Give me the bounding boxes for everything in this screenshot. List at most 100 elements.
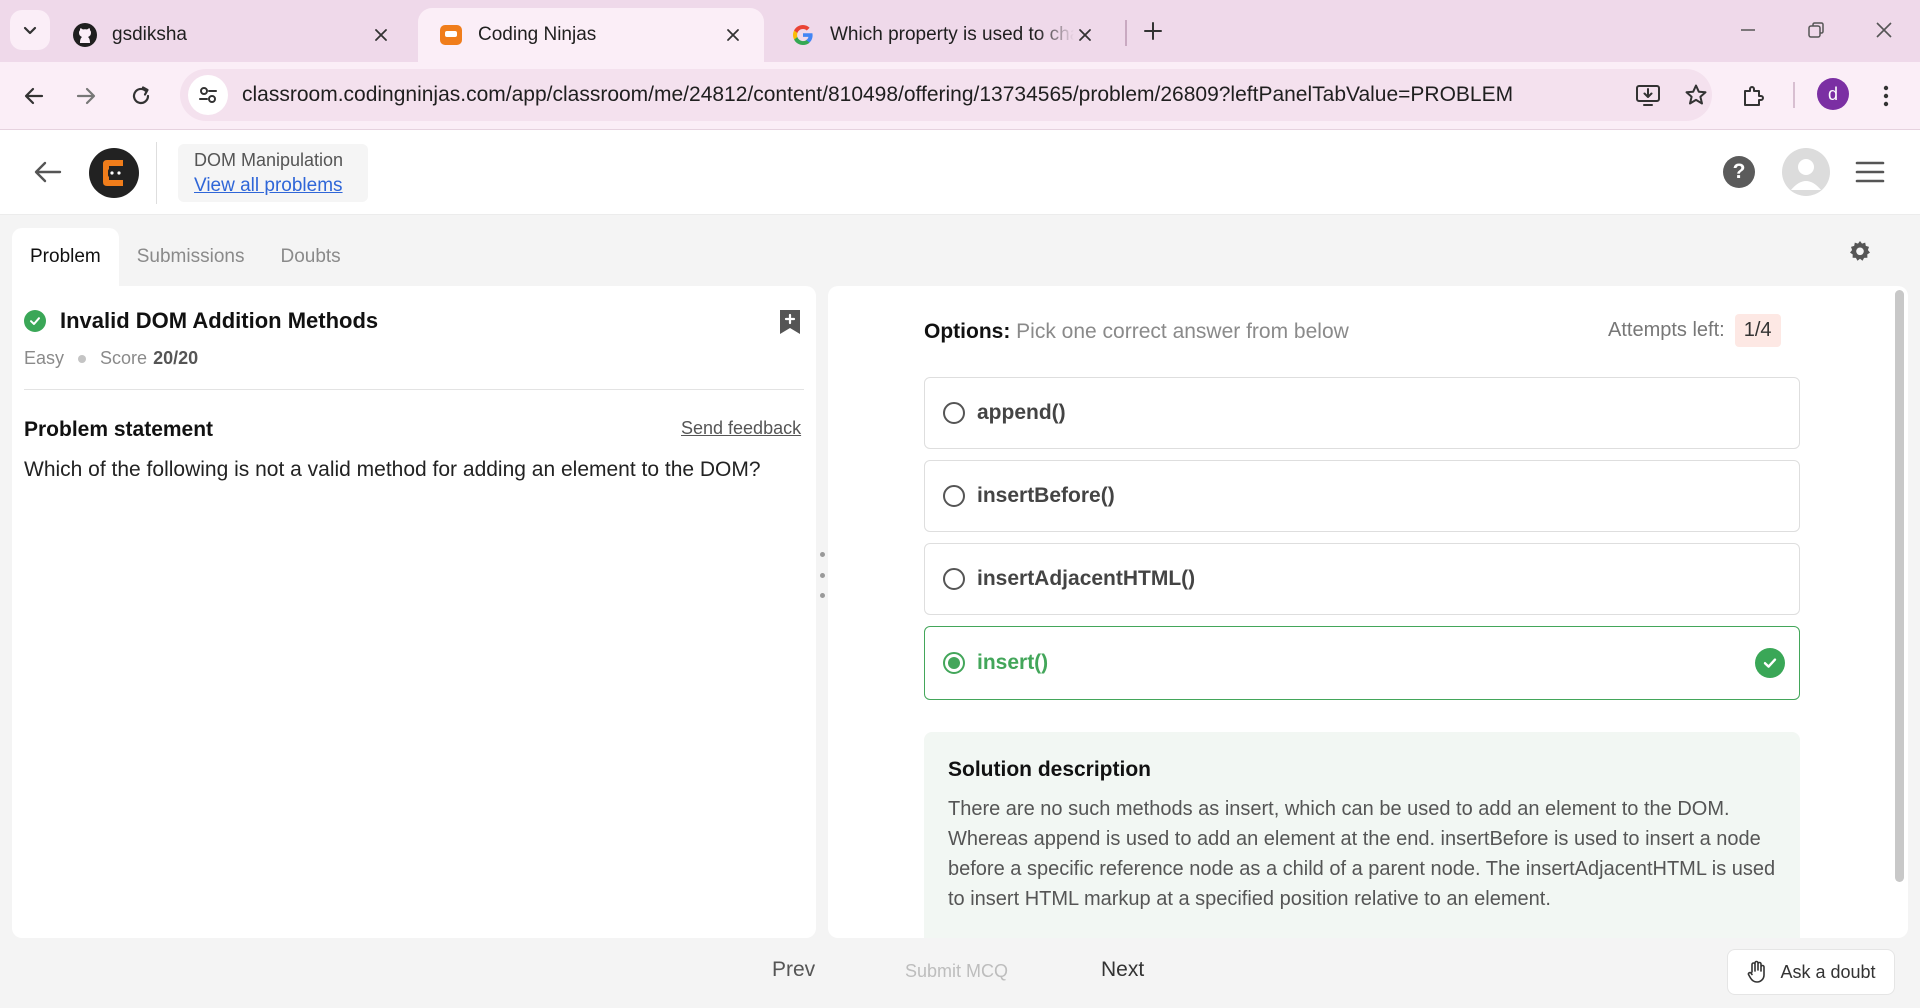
install-app-button[interactable] (1628, 75, 1668, 115)
bookmark-star-button[interactable] (1676, 75, 1716, 115)
tab-title: Coding Ninjas (478, 24, 597, 45)
tab-title: Which property is used to chan (830, 24, 1074, 45)
tab-search-button[interactable] (10, 10, 50, 50)
restore-button[interactable] (1796, 10, 1836, 50)
radio-button[interactable] (943, 568, 965, 590)
settings-button[interactable] (1845, 236, 1875, 266)
option-label: append() (977, 401, 1066, 424)
coding-ninjas-logo[interactable] (89, 148, 139, 198)
options-label: Options: (924, 320, 1011, 343)
breadcrumb: DOM Manipulation View all problems (178, 144, 368, 202)
google-icon (790, 22, 816, 48)
correct-check-icon (1755, 648, 1785, 678)
back-to-course-button[interactable] (28, 152, 68, 192)
ask-doubt-button[interactable]: Ask a doubt (1727, 949, 1895, 995)
attempts-label: Attempts left: (1608, 319, 1725, 341)
option-label: insert() (977, 651, 1049, 674)
radio-dot (948, 657, 960, 669)
app-header: DOM Manipulation View all problems ? (0, 130, 1920, 215)
restore-icon (1808, 22, 1824, 38)
url-text[interactable]: classroom.codingninjas.com/app/classroom… (242, 83, 1513, 107)
header-divider (156, 142, 157, 204)
problem-meta: Easy Score 20/20 (24, 348, 198, 369)
score-value: 20/20 (153, 348, 199, 368)
browser-tab-google[interactable]: Which property is used to chan (770, 8, 1116, 62)
option-append[interactable]: append() (924, 377, 1800, 449)
problem-heading: Invalid DOM Addition Methods (24, 308, 378, 334)
solution-description: Solution description There are no such m… (924, 732, 1800, 938)
difficulty-label: Easy (24, 348, 65, 368)
attempts-badge: 1/4 (1734, 314, 1781, 347)
toolbar-separator (1793, 82, 1795, 108)
panel-scrollbar[interactable] (1895, 290, 1904, 882)
ninja-logo-icon (103, 160, 123, 186)
close-icon[interactable] (722, 24, 744, 46)
next-button[interactable]: Next (1101, 958, 1144, 982)
close-icon[interactable] (370, 24, 392, 46)
browser-tab-github[interactable]: gsdiksha (52, 8, 412, 62)
problem-tabs: Problem Submissions Doubts (12, 228, 359, 286)
plus-icon (1144, 22, 1162, 40)
site-info-button[interactable] (188, 75, 228, 115)
option-insert-before[interactable]: insertBefore() (924, 460, 1800, 532)
coding-ninjas-icon (438, 22, 464, 48)
arrow-left-icon (34, 161, 62, 183)
radio-button-selected[interactable] (943, 652, 965, 674)
radio-button[interactable] (943, 402, 965, 424)
menu-icon (1855, 161, 1885, 183)
option-insert-adjacent-html[interactable]: insertAdjacentHTML() (924, 543, 1800, 615)
question-text: Which of the following is not a valid me… (24, 458, 761, 481)
close-icon (1876, 22, 1892, 38)
arrow-right-icon (76, 87, 96, 105)
option-label: insertAdjacentHTML() (977, 567, 1196, 590)
tab-title: gsdiksha (112, 24, 187, 45)
profile-avatar[interactable]: d (1817, 78, 1849, 110)
divider (24, 389, 804, 390)
meta-separator (78, 354, 87, 363)
minimize-button[interactable] (1728, 10, 1768, 50)
hamburger-menu-button[interactable] (1852, 154, 1888, 190)
extensions-button[interactable] (1733, 76, 1773, 116)
send-feedback-link[interactable]: Send feedback (681, 418, 801, 439)
tab-submissions[interactable]: Submissions (119, 228, 263, 286)
reload-button[interactable] (121, 76, 161, 116)
puzzle-icon (1744, 86, 1764, 106)
tab-separator (1125, 20, 1127, 46)
problem-statement-label: Problem statement (24, 418, 214, 441)
prev-button[interactable]: Prev (772, 958, 815, 982)
handle-dot (819, 552, 825, 557)
options-sublabel: Pick one correct answer from below (1016, 320, 1349, 343)
solution-title: Solution description (948, 758, 1151, 781)
address-bar[interactable]: classroom.codingninjas.com/app/classroom… (180, 69, 1712, 121)
bookmark-icon[interactable] (778, 308, 802, 336)
options-heading: Options: Pick one correct answer from be… (924, 320, 1349, 344)
close-icon[interactable] (1074, 24, 1096, 46)
chevron-down-icon (23, 26, 37, 35)
new-tab-button[interactable] (1136, 14, 1170, 48)
close-window-button[interactable] (1864, 10, 1904, 50)
forward-button[interactable] (66, 76, 106, 116)
radio-button[interactable] (943, 485, 965, 507)
problem-panel: Invalid DOM Addition Methods Easy Score … (12, 286, 816, 938)
help-icon[interactable]: ? (1723, 156, 1755, 188)
option-insert[interactable]: insert() (924, 626, 1800, 700)
panel-resize-handle[interactable] (819, 552, 825, 598)
score-label: Score (100, 348, 148, 368)
browser-toolbar: classroom.codingninjas.com/app/classroom… (0, 62, 1920, 130)
options-panel: Options: Pick one correct answer from be… (828, 286, 1908, 938)
handle-dot (819, 593, 825, 598)
arrow-left-icon (24, 87, 44, 105)
handle-dot (819, 572, 825, 578)
view-all-problems-link[interactable]: View all problems (194, 175, 352, 197)
back-button[interactable] (14, 76, 54, 116)
submit-mcq-button[interactable]: Submit MCQ (905, 961, 1008, 982)
browser-menu-button[interactable] (1866, 76, 1906, 116)
tab-doubts[interactable]: Doubts (262, 228, 358, 286)
ask-doubt-label: Ask a doubt (1780, 961, 1876, 982)
browser-tab-coding-ninjas[interactable]: Coding Ninjas (418, 8, 764, 62)
problem-title: Invalid DOM Addition Methods (60, 308, 379, 333)
tab-problem[interactable]: Problem (12, 228, 119, 286)
user-avatar[interactable] (1782, 148, 1830, 196)
section-title: DOM Manipulation (194, 150, 344, 170)
raised-hand-icon (1748, 960, 1766, 983)
